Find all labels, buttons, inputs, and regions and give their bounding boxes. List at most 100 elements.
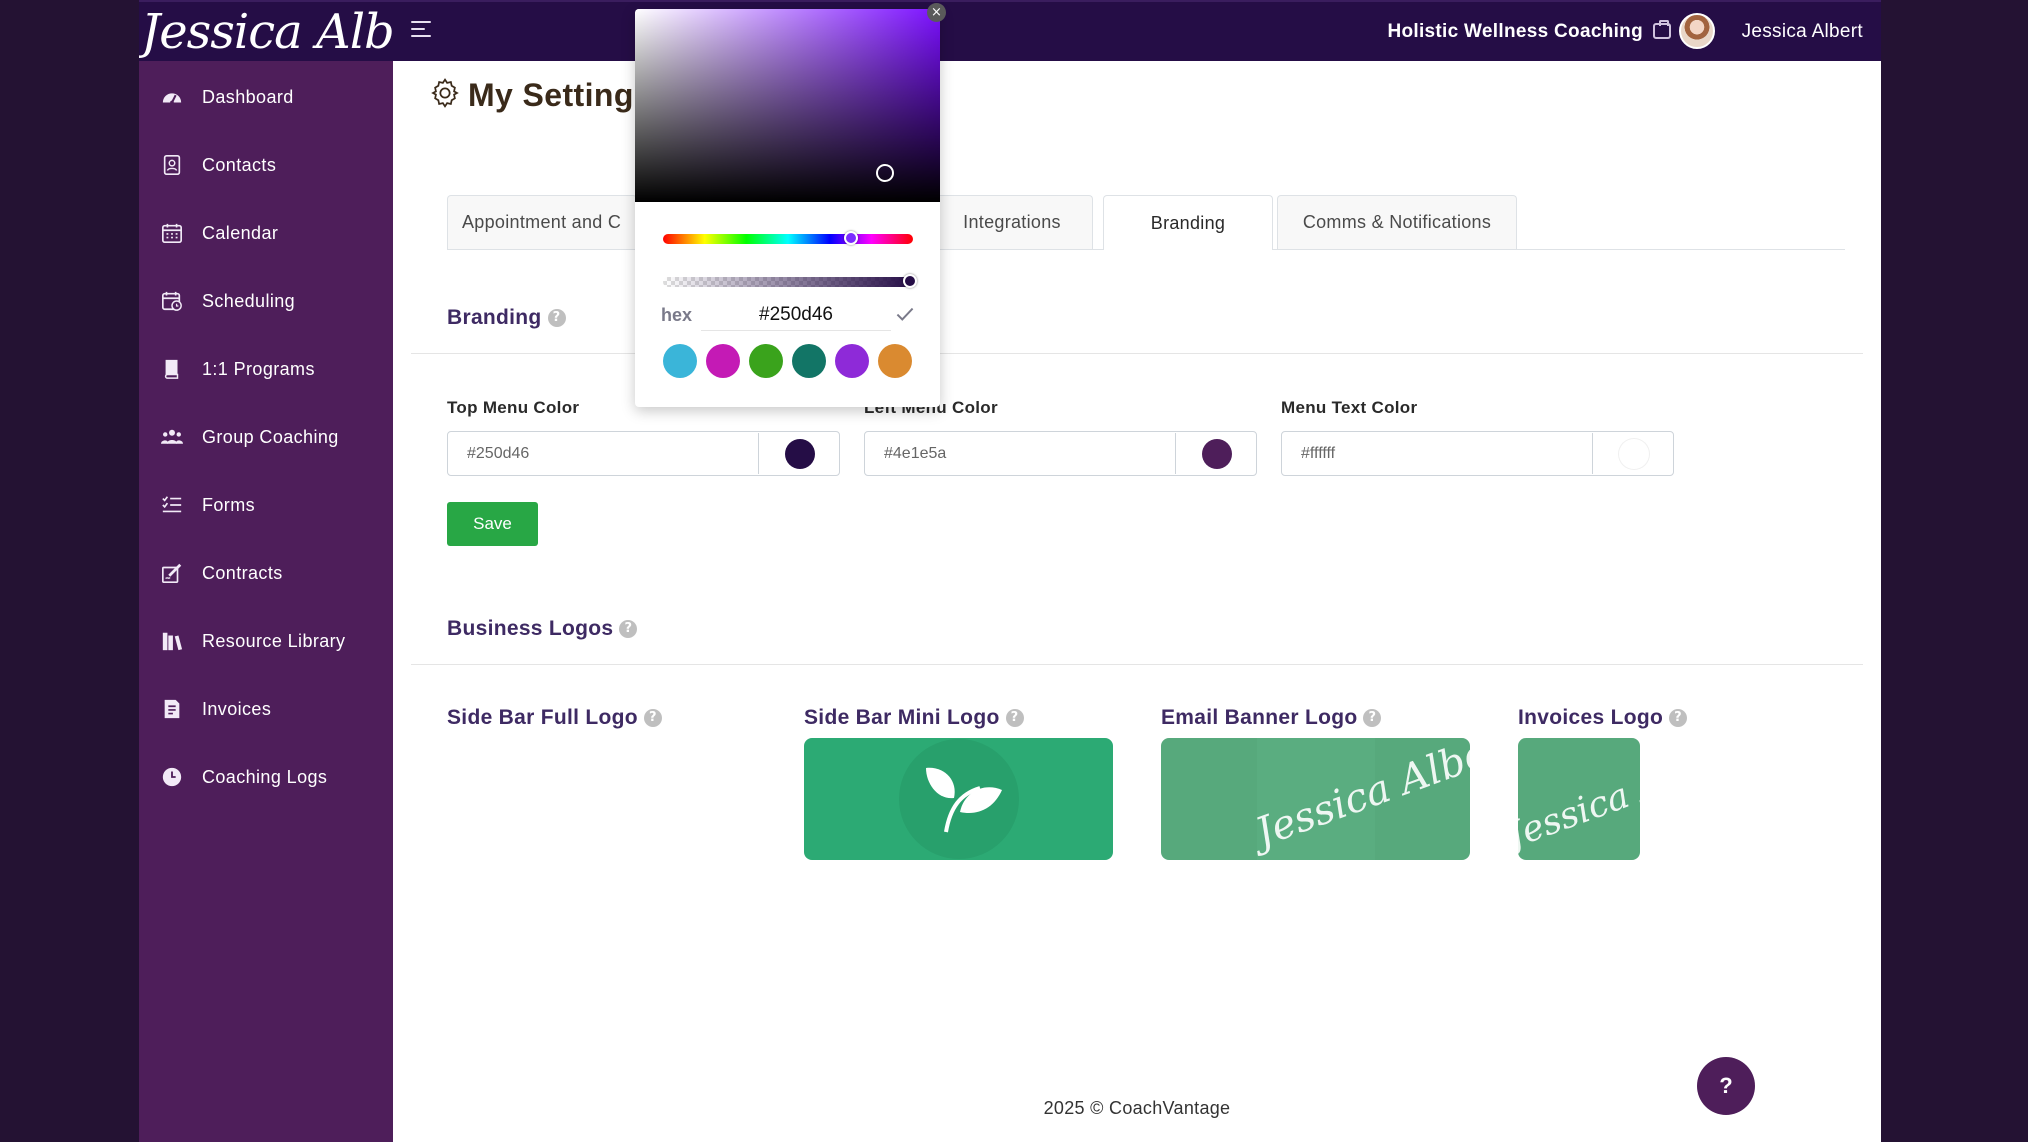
top-menu-color-field [447,431,840,476]
top-menu-color-input[interactable] [449,433,759,474]
signature-icon [161,562,183,584]
invoices-logo-image[interactable]: Jessica Albert [1518,738,1640,860]
hue-handle[interactable] [844,231,858,245]
email-banner-logo-title: Email Banner Logo? [1161,706,1382,730]
sidebar-item-scheduling[interactable]: Scheduling [139,273,393,329]
side-bar-mini-logo-image[interactable] [804,738,1113,860]
close-icon[interactable]: × [927,3,946,22]
help-icon[interactable]: ? [547,309,566,327]
help-icon[interactable]: ? [643,709,662,727]
sidebar-item-coaching-logs[interactable]: Coaching Logs [139,749,393,805]
hex-input[interactable] [701,299,891,331]
leaf-icon [899,739,1019,859]
main-content: My Setting Appointment and C Integration… [393,61,1881,1142]
help-button[interactable]: ? [1697,1057,1755,1115]
menu-text-color-input[interactable] [1283,433,1593,474]
logo-title-text: Side Bar Full Logo [447,706,638,729]
app-window: Jessica Albert Holistic Wellness Coachin… [139,0,1881,1142]
sidebar-item-label: Invoices [202,698,272,719]
help-icon[interactable]: ? [1363,709,1382,727]
sidebar-item-dashboard[interactable]: Dashboard [139,69,393,125]
preset-color-swatch[interactable] [663,344,697,378]
sidebar-item-label: Calendar [202,222,279,243]
left-menu-color-swatch[interactable] [1202,439,1232,469]
branding-title-text: Branding [447,306,542,329]
clock-icon [161,766,183,788]
saturation-area[interactable] [635,9,940,202]
tab-comms-notifications[interactable]: Comms & Notifications [1277,195,1517,249]
color-picker-popover: × hex [635,3,946,407]
left-menu-color-field [864,431,1257,476]
sidebar-item-resource-library[interactable]: Resource Library [139,613,393,669]
briefcase-icon[interactable] [1653,20,1671,39]
alpha-handle[interactable] [903,274,917,288]
help-icon[interactable]: ? [1669,709,1688,727]
top-menu-color-swatch[interactable] [785,439,815,469]
footer-copyright: 2025 © CoachVantage [1043,1098,1231,1118]
sidebar-item-contracts[interactable]: Contracts [139,545,393,601]
preset-color-swatch[interactable] [749,344,783,378]
avatar[interactable] [1679,13,1715,49]
alpha-slider[interactable] [663,274,917,288]
logo-script-text: Jessica Albert [1518,738,1640,857]
sidebar-item-label: Coaching Logs [202,766,328,787]
logo-title-text: Side Bar Mini Logo [804,706,1000,729]
sidebar-item-label: Resource Library [202,630,346,651]
hue-slider[interactable] [663,231,913,245]
page-title: My Setting [468,77,634,113]
sidebar-item-forms[interactable]: Forms [139,477,393,533]
hex-label: hex [661,305,693,325]
sidebar-item-programs[interactable]: 1:1 Programs [139,341,393,397]
sidebar-item-contacts[interactable]: Contacts [139,137,393,193]
email-banner-logo-image[interactable]: Jessica Albert [1161,738,1470,860]
tab-appointment[interactable]: Appointment and C [447,195,637,249]
menu-text-color-field [1281,431,1674,476]
sidebar: Dashboard Contacts Calendar Scheduling 1… [139,61,393,1142]
top-menu-color-label: Top Menu Color [447,398,580,417]
sidebar-item-label: Forms [202,494,255,515]
tab-integrations[interactable]: Integrations [931,195,1093,249]
calendar-icon [161,222,183,244]
divider [411,664,1863,665]
side-bar-full-logo-title: Side Bar Full Logo? [447,706,662,730]
invoices-logo-title: Invoices Logo? [1518,706,1688,730]
sidebar-item-label: Scheduling [202,290,296,311]
help-icon[interactable]: ? [619,620,638,638]
book-icon [161,358,183,380]
scheduling-icon [161,290,183,312]
library-icon [161,630,183,652]
save-button[interactable]: Save [447,502,538,546]
check-icon[interactable] [892,301,918,327]
business-name[interactable]: Holistic Wellness Coaching [1387,21,1643,43]
gear-icon [429,77,461,109]
contacts-icon [161,154,183,176]
business-logos-title-text: Business Logos [447,617,614,640]
user-name[interactable]: Jessica Albert [1742,21,1863,43]
side-bar-mini-logo-title: Side Bar Mini Logo? [804,706,1024,730]
sidebar-item-calendar[interactable]: Calendar [139,205,393,261]
preset-color-swatch[interactable] [792,344,826,378]
menu-text-color-label: Menu Text Color [1281,398,1418,417]
preset-color-swatch[interactable] [878,344,912,378]
preset-color-swatch[interactable] [835,344,869,378]
business-logos-section-title: Business Logos? [447,617,638,641]
help-icon[interactable]: ? [1005,709,1024,727]
dashboard-icon [161,86,183,108]
left-menu-color-input[interactable] [866,433,1176,474]
menu-toggle-icon[interactable] [411,21,433,43]
sidebar-item-invoices[interactable]: Invoices [139,681,393,737]
logo-title-text: Invoices Logo [1518,706,1664,729]
saturation-handle[interactable] [876,164,894,182]
brand-logo[interactable]: Jessica Albert [139,2,392,63]
logo-title-text: Email Banner Logo [1161,706,1358,729]
tab-branding[interactable]: Branding [1103,195,1273,250]
sidebar-item-label: Contacts [202,154,277,175]
menu-text-color-swatch[interactable] [1619,439,1649,469]
group-icon [161,426,183,448]
sidebar-item-label: Dashboard [202,86,294,107]
sidebar-item-label: 1:1 Programs [202,358,315,379]
preset-color-swatch[interactable] [706,344,740,378]
divider [411,353,1863,354]
sidebar-item-group-coaching[interactable]: Group Coaching [139,409,393,465]
invoice-icon [161,698,183,720]
